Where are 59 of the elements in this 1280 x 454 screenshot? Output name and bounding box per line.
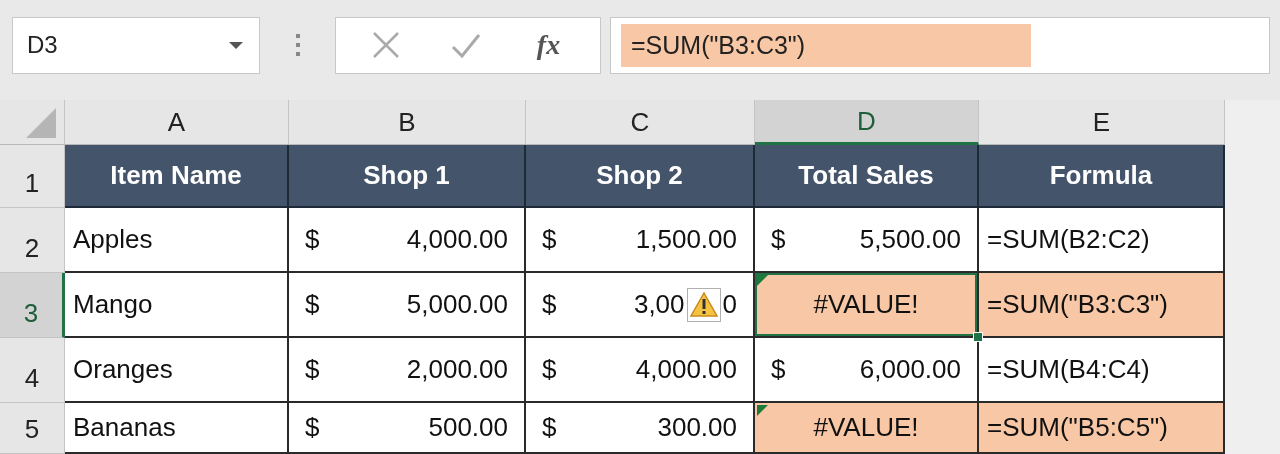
cell-text: =SUM(B2:C2) [987, 224, 1150, 255]
currency-symbol: $ [305, 412, 320, 443]
amount: 4,000.00 [635, 354, 737, 385]
cell-text: Apples [73, 224, 153, 255]
enter-check-icon[interactable] [451, 31, 482, 59]
cell-text: =SUM("B5:C5") [987, 412, 1168, 443]
column-heading: Total Sales [755, 145, 979, 208]
column-heading: Shop 1 [289, 145, 526, 208]
warning-icon [689, 291, 718, 318]
cell-text: Bananas [73, 412, 176, 443]
currency-symbol: $ [771, 354, 786, 385]
cell-text: Oranges [73, 354, 173, 385]
currency-symbol: $ [305, 224, 320, 255]
formula-field[interactable]: =SUM("B3:C3") [610, 16, 1270, 74]
dropdown-caret-icon[interactable] [229, 41, 243, 49]
amount: 5,000.00 [406, 289, 508, 320]
column-header[interactable]: A [65, 100, 289, 145]
column-header[interactable]: C [526, 100, 755, 145]
currency-symbol: $ [542, 412, 557, 443]
amount: 3,00 [633, 289, 685, 320]
name-box[interactable]: D3 [12, 16, 260, 74]
currency-symbol: $ [771, 224, 786, 255]
row-header[interactable]: 5 [0, 403, 65, 454]
currency-symbol: $ [542, 289, 557, 320]
column-header[interactable]: B [289, 100, 526, 145]
cancel-icon[interactable] [371, 31, 400, 59]
fill-handle[interactable] [973, 332, 983, 342]
column-heading: Shop 2 [526, 145, 755, 208]
cell-reference: D3 [27, 31, 58, 59]
column-heading: Item Name [65, 145, 289, 208]
column-header[interactable]: D [755, 100, 979, 145]
row-header[interactable]: 4 [0, 338, 65, 403]
column-header[interactable]: E [979, 100, 1225, 145]
column-heading: Formula [979, 145, 1225, 208]
amount: 2,000.00 [406, 354, 508, 385]
select-all-icon[interactable] [26, 108, 56, 138]
error-value: #VALUE! [813, 412, 919, 443]
warning-button[interactable] [686, 287, 721, 322]
amount: 300.00 [657, 412, 737, 443]
grip-icon[interactable] [295, 34, 300, 56]
row-header[interactable]: 1 [0, 145, 65, 208]
currency-symbol: $ [542, 354, 557, 385]
amount: 5,500.00 [859, 224, 961, 255]
currency-symbol: $ [305, 354, 320, 385]
formula-text: =SUM("B3:C3") [621, 23, 1031, 67]
amount: 4,000.00 [406, 224, 508, 255]
amount: 1,500.00 [635, 224, 737, 255]
currency-symbol: $ [305, 289, 320, 320]
cell-text: =SUM("B3:C3") [987, 289, 1168, 320]
amount: 6,000.00 [859, 354, 961, 385]
row-header[interactable]: 2 [0, 208, 65, 273]
row-header[interactable]: 3 [0, 273, 65, 338]
amount: 500.00 [428, 412, 508, 443]
error-value: #VALUE! [813, 289, 919, 320]
insert-function-button[interactable]: fx [532, 29, 565, 61]
currency-symbol: $ [542, 224, 557, 255]
cell-text: =SUM(B4:C4) [987, 354, 1150, 385]
amount: 0 [722, 289, 737, 320]
cell-text: Mango [73, 289, 153, 320]
